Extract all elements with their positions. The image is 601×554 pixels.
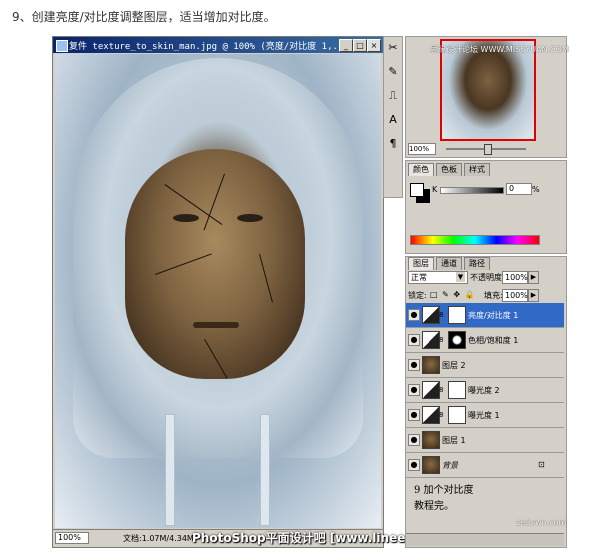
stamp-tool-icon[interactable]: ⎍ bbox=[386, 89, 400, 103]
tab-color[interactable]: 颜色 bbox=[408, 163, 434, 176]
type-tool-icon[interactable]: A bbox=[386, 113, 400, 127]
brush-tool-icon[interactable]: ✎ bbox=[386, 65, 400, 79]
tutorial-note: 9 加个对比度 教程完。 bbox=[414, 483, 474, 515]
lock-options-icons[interactable]: □ ✎ ✥ 🔒 bbox=[430, 290, 476, 299]
hoodie-string bbox=[165, 414, 175, 526]
layer-row-exposure-1[interactable]: ● 8 曝光度 1 bbox=[406, 403, 564, 428]
layer-name: 亮度/对比度 1 bbox=[468, 311, 519, 320]
adjustment-thumb bbox=[422, 406, 440, 424]
navigator-zoom-field[interactable]: 100% bbox=[408, 143, 436, 155]
eye-icon[interactable]: ● bbox=[408, 384, 420, 396]
note-line: 教程完。 bbox=[414, 501, 454, 512]
eye-icon[interactable]: ● bbox=[408, 359, 420, 371]
adjustment-thumb bbox=[422, 381, 440, 399]
eye-icon[interactable]: ● bbox=[408, 309, 420, 321]
left-eye bbox=[173, 214, 199, 222]
fill-field[interactable]: 100% bbox=[502, 289, 528, 302]
layer-thumb bbox=[422, 456, 440, 474]
mask-thumb bbox=[448, 406, 466, 424]
paragraph-tool-icon[interactable]: ¶ bbox=[386, 137, 400, 151]
layer-name: 图层 2 bbox=[442, 361, 466, 370]
hoodie-string bbox=[260, 414, 270, 526]
photoshop-doc-icon bbox=[56, 40, 68, 52]
eye-icon[interactable]: ● bbox=[408, 434, 420, 446]
opacity-arrow-icon[interactable]: ▶ bbox=[528, 271, 539, 284]
lock-label: 锁定: bbox=[408, 291, 427, 300]
step-caption: 9、创建亮度/对比度调整图层，适当增加对比度。 bbox=[12, 10, 276, 24]
document-title-bar[interactable]: 复件 texture_to_skin_man.jpg @ 100% (亮度/对比… bbox=[53, 37, 383, 53]
eye-icon[interactable]: ● bbox=[408, 459, 420, 471]
document-title: 复件 texture_to_skin_man.jpg @ 100% (亮度/对比… bbox=[69, 42, 339, 52]
maximize-button[interactable]: □ bbox=[353, 39, 367, 52]
status-doc-size: 文档:1.07M/4.34M bbox=[123, 534, 194, 543]
crop-tool-icon[interactable]: ✂ bbox=[386, 41, 400, 55]
color-panel: 颜色 色板 样式 K 0 % bbox=[405, 160, 567, 254]
fill-label: 填充: bbox=[484, 291, 503, 300]
layers-bottom-toolbar bbox=[406, 533, 564, 546]
mask-thumb bbox=[448, 381, 466, 399]
tab-paths[interactable]: 路径 bbox=[464, 257, 490, 270]
layer-row-brightness-contrast[interactable]: ● 8 亮度/对比度 1 bbox=[406, 303, 564, 328]
eye-icon[interactable]: ● bbox=[408, 334, 420, 346]
minimize-button[interactable]: _ bbox=[339, 39, 353, 52]
layer-name: 曝光度 2 bbox=[468, 386, 500, 395]
right-eye bbox=[237, 214, 263, 222]
mask-thumb bbox=[448, 306, 466, 324]
k-channel-value[interactable]: 0 bbox=[506, 183, 532, 195]
eye-icon[interactable]: ● bbox=[408, 409, 420, 421]
close-button[interactable]: × bbox=[367, 39, 381, 52]
mouth bbox=[193, 322, 239, 328]
chevron-down-icon[interactable]: ▼ bbox=[456, 272, 465, 282]
k-channel-slider[interactable] bbox=[440, 187, 504, 194]
color-spectrum-bar[interactable] bbox=[410, 235, 540, 245]
navigator-slider-knob[interactable] bbox=[484, 144, 492, 155]
k-channel-unit: % bbox=[532, 185, 540, 194]
layer-row-layer-1[interactable]: ● 图层 1 bbox=[406, 428, 564, 453]
layer-thumb bbox=[422, 356, 440, 374]
mask-thumb bbox=[448, 331, 466, 349]
foreground-color-swatch[interactable] bbox=[410, 183, 424, 197]
image-canvas[interactable] bbox=[55, 54, 381, 528]
k-channel-label: K bbox=[432, 185, 438, 194]
lock-icon: ⊡ bbox=[538, 460, 545, 469]
chain-icon[interactable]: 8 bbox=[439, 386, 443, 394]
tool-strip: ✂ ✎ ⎍ A ¶ bbox=[383, 36, 403, 198]
chain-icon[interactable]: 8 bbox=[439, 311, 443, 319]
fill-arrow-icon[interactable]: ▶ bbox=[528, 289, 539, 302]
adjustment-thumb bbox=[422, 306, 440, 324]
layer-name: 曝光度 1 bbox=[468, 411, 500, 420]
opacity-field[interactable]: 100% bbox=[502, 271, 528, 284]
site-logo-text: 思缘设计论坛 WWW.MISSYUAN.COM bbox=[430, 45, 569, 54]
status-zoom-field[interactable]: 100% bbox=[55, 532, 89, 544]
tab-channels[interactable]: 通道 bbox=[436, 257, 462, 270]
opacity-label: 不透明度: bbox=[470, 273, 505, 282]
layer-row-exposure-2[interactable]: ● 8 曝光度 2 bbox=[406, 378, 564, 403]
layer-row-hue-saturation[interactable]: ● 8 色相/饱和度 1 bbox=[406, 328, 564, 353]
chain-icon[interactable]: 8 bbox=[439, 411, 443, 419]
note-line: 9 加个对比度 bbox=[414, 485, 474, 496]
layer-row-layer-2[interactable]: ● 图层 2 bbox=[406, 353, 564, 378]
tab-styles[interactable]: 样式 bbox=[464, 163, 490, 176]
corner-watermark: zedown.com bbox=[516, 518, 567, 527]
layer-name: 色相/饱和度 1 bbox=[468, 336, 519, 345]
layer-name: 图层 1 bbox=[442, 436, 466, 445]
layer-row-background[interactable]: ● 背景 ⊡ bbox=[406, 453, 564, 478]
tab-layers[interactable]: 图层 bbox=[408, 257, 434, 270]
document-window: 复件 texture_to_skin_man.jpg @ 100% (亮度/对比… bbox=[52, 36, 384, 548]
cracked-face bbox=[125, 149, 305, 379]
chain-icon[interactable]: 8 bbox=[439, 336, 443, 344]
tab-swatches[interactable]: 色板 bbox=[436, 163, 462, 176]
layer-thumb bbox=[422, 431, 440, 449]
layers-panel: 图层 通道 路径 正常 ▼ 不透明度: 100% ▶ 锁定: □ ✎ ✥ 🔒 填… bbox=[405, 256, 567, 548]
layer-name: 背景 bbox=[442, 461, 458, 470]
adjustment-thumb bbox=[422, 331, 440, 349]
